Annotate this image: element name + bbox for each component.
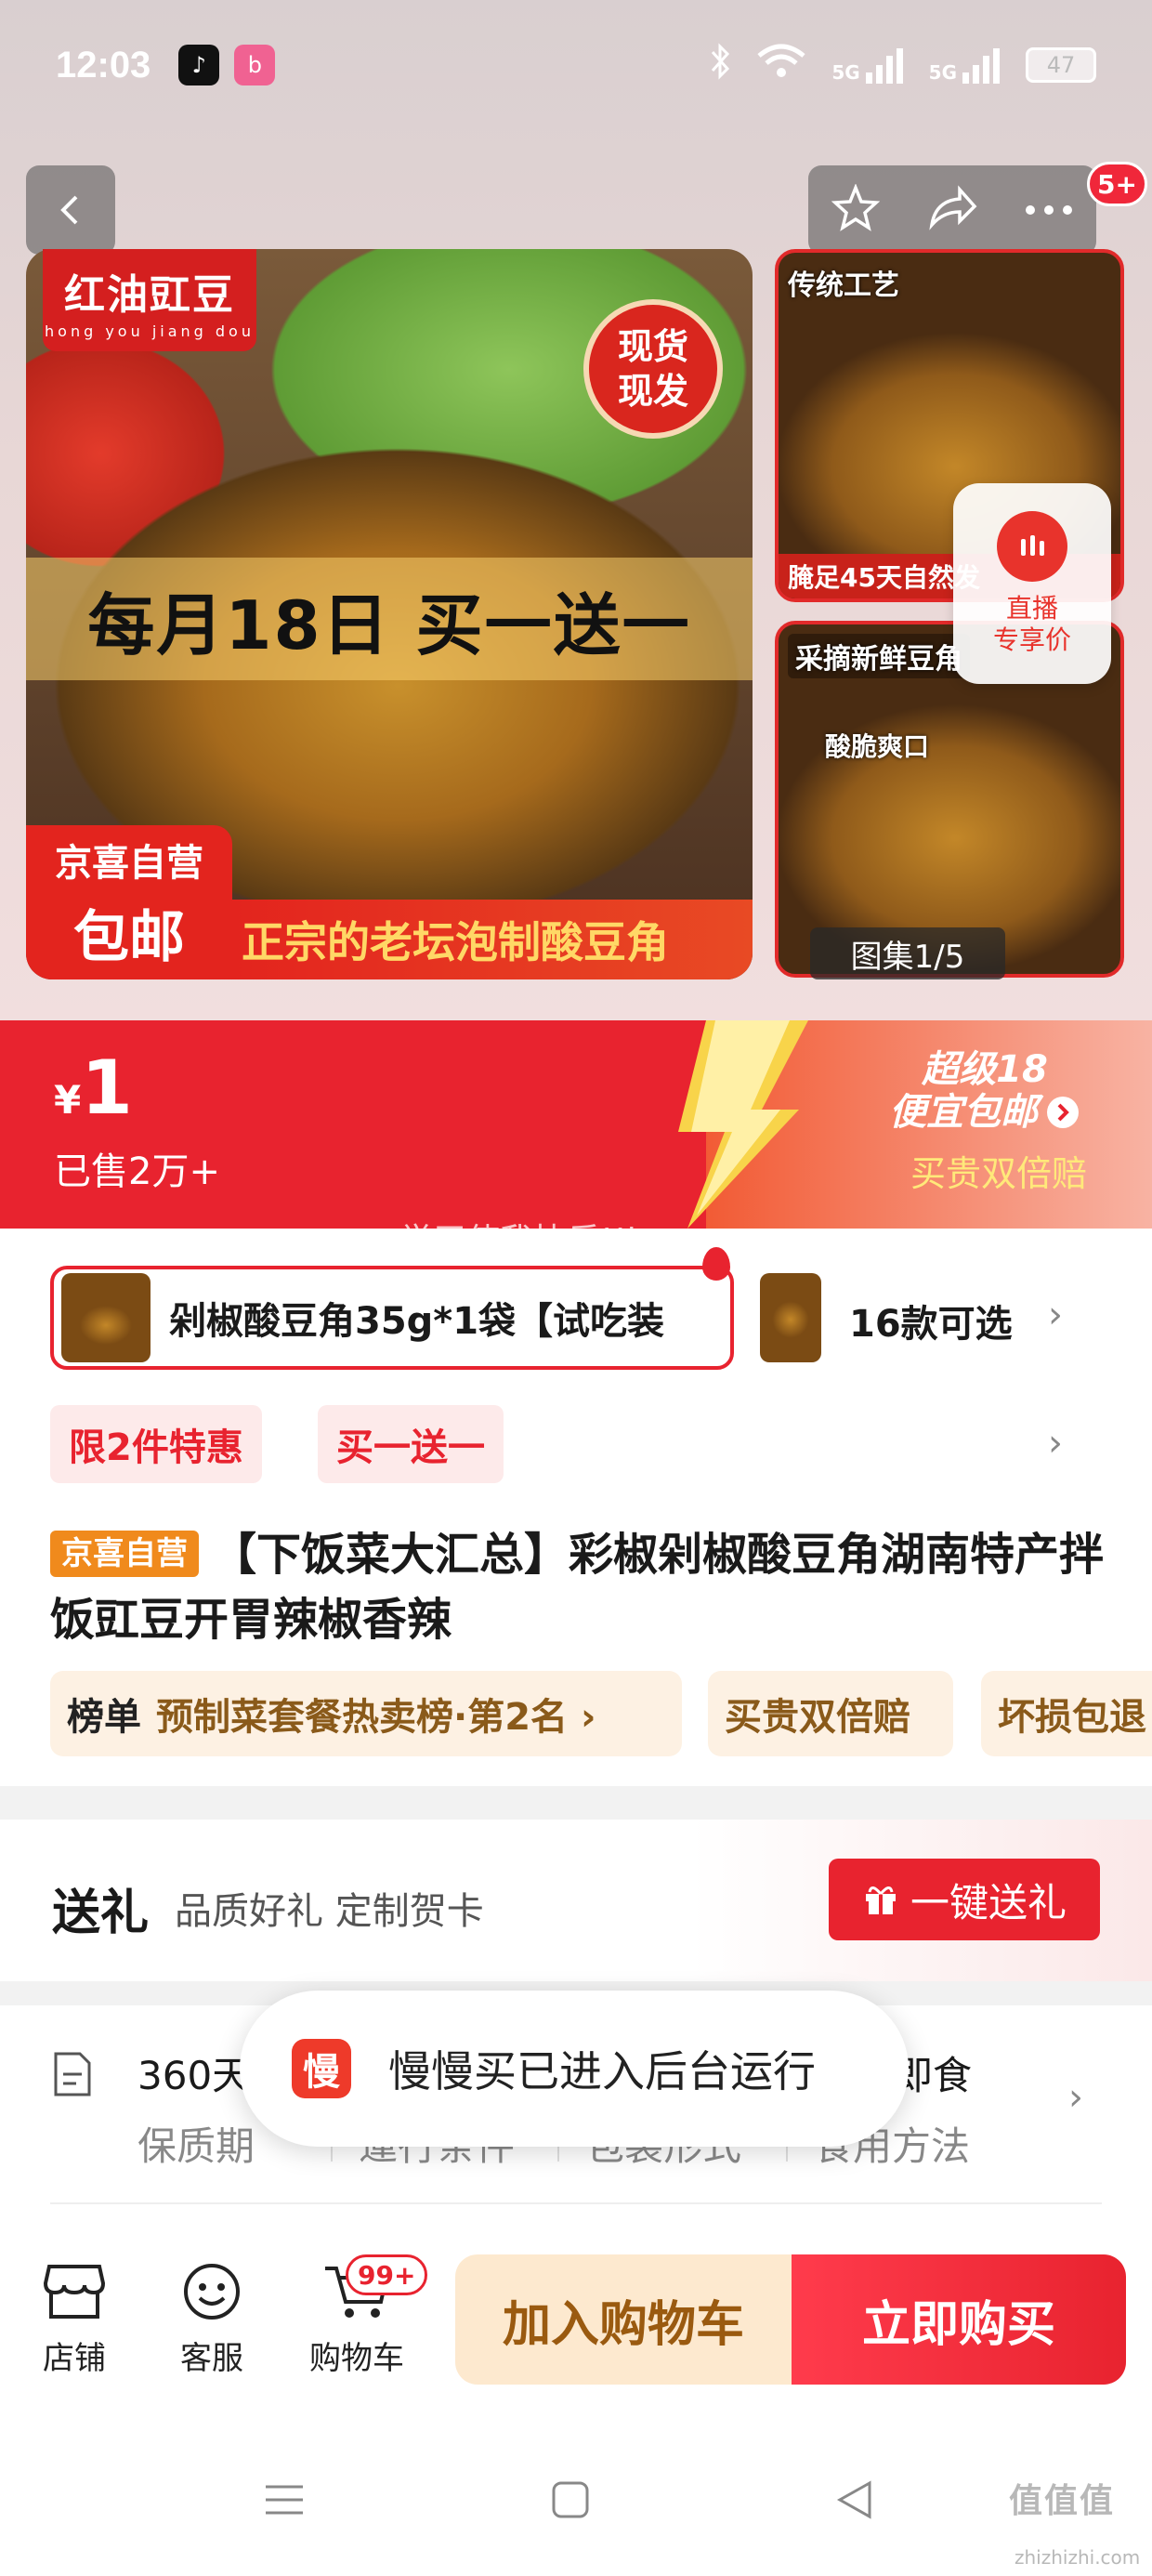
gift-icon: [865, 1886, 896, 1914]
tiktok-app-icon: ♪: [178, 45, 220, 85]
attribute-value: 360天: [137, 2053, 252, 2098]
variant-thumbnail: [61, 1273, 151, 1362]
status-bar: 12:03 ♪ b 5G 5G 47: [0, 0, 1152, 130]
live-stream-float[interactable]: 直播 专享价: [953, 483, 1111, 684]
signal-icon: 5G: [831, 46, 904, 84]
price: ¥ 1: [54, 1045, 133, 1131]
gallery-counter[interactable]: 图集1/5: [810, 927, 1005, 979]
bilibili-app-icon: b: [234, 45, 276, 85]
site-watermark: 值值值: [1009, 2482, 1116, 2520]
send-gift-button[interactable]: 一键送礼: [829, 1859, 1100, 1940]
store-tag: 京喜自营: [50, 1531, 199, 1577]
watermark-text: 学习使我快乐!!k: [399, 1222, 647, 1260]
thumbnail-sublabel: 酸脆爽口: [825, 731, 930, 762]
variant-thumbnail-2[interactable]: [760, 1273, 821, 1362]
live-bars-icon: [997, 511, 1067, 582]
promo-tag-limit[interactable]: 限2件特惠: [50, 1405, 262, 1483]
store-icon: [9, 2256, 139, 2327]
brand-tag-text: 红油豇豆: [64, 270, 235, 319]
status-time: 12:03: [56, 44, 151, 85]
document-icon: [54, 2052, 91, 2096]
ranking-chip[interactable]: 榜单 预制菜套餐热卖榜·第2名 ›: [50, 1671, 682, 1756]
site-watermark-url: zhizhizhi.com: [1015, 2546, 1141, 2569]
attribute-label: 保质期: [137, 2123, 255, 2169]
back-nav-icon[interactable]: [827, 2472, 883, 2528]
battery-indicator: 47: [1026, 47, 1096, 83]
wifi-icon: [755, 43, 807, 88]
menu-nav-icon[interactable]: [256, 2472, 312, 2528]
double-pay-guarantee: 买贵双倍赔: [910, 1153, 1087, 1194]
gift-subtitle: 品质好礼 定制贺卡: [175, 1890, 484, 1933]
variant-selected[interactable]: 剁椒酸豆角35g*1袋【试吃装: [50, 1266, 734, 1370]
self-operated-badge: 京喜自营 包邮: [26, 825, 232, 979]
manmanbuy-app-icon: 慢: [292, 2039, 351, 2098]
thumbnail-label: 传统工艺: [788, 269, 899, 302]
product-title: 京喜自营 【下饭菜大汇总】彩椒剁椒酸豆角湖南特产拌饭豇豆开胃辣椒香辣: [50, 1529, 1105, 1646]
more-icon[interactable]: [1025, 202, 1073, 219]
signal-icon-2: 5G: [929, 46, 1001, 84]
brand-tag: 红油豇豆 hong you jiang dou: [43, 249, 256, 351]
toast-text: 慢慢买已进入后台运行: [388, 2046, 816, 2096]
cart-count-badge: 99+: [346, 2254, 428, 2295]
back-arrow-icon: [60, 195, 78, 225]
sold-count: 已售2万+: [54, 1150, 220, 1193]
add-to-cart-button[interactable]: 加入购物车: [455, 2254, 792, 2385]
flame-icon: [702, 1247, 730, 1281]
promo-banner: 每月18日 买一送一: [26, 558, 753, 680]
live-sublabel: 专享价: [992, 624, 1071, 655]
chevron-right-icon[interactable]: ›: [1048, 1422, 1063, 1465]
home-nav-icon[interactable]: [543, 2472, 598, 2528]
buy-now-button[interactable]: 立即购买: [792, 2254, 1126, 2385]
favorite-star-icon[interactable]: [831, 183, 881, 236]
top-action-group: [808, 165, 1096, 255]
message-badge: 5+: [1087, 162, 1147, 206]
variant-name: 剁椒酸豆角35g*1袋【试吃装: [169, 1300, 665, 1343]
thumbnail-label: 采摘新鲜豆角: [788, 634, 970, 678]
store-button[interactable]: 店铺: [9, 2256, 139, 2378]
arrow-right-circle-icon: [1047, 1097, 1079, 1128]
divider: [50, 2202, 1102, 2204]
in-stock-stamp: 现货 现发: [583, 299, 723, 439]
bluetooth-icon: [709, 42, 731, 88]
promo-tag-bogo[interactable]: 买一送一: [318, 1405, 504, 1483]
chat-smile-icon: [147, 2256, 277, 2327]
customer-service-button[interactable]: 客服: [147, 2256, 277, 2378]
background-running-toast: 慢 慢慢买已进入后台运行: [240, 1991, 909, 2147]
share-icon[interactable]: [926, 184, 978, 236]
live-label: 直播: [1005, 593, 1058, 624]
gift-title: 送礼: [52, 1886, 150, 1941]
price-bar: ¥ 1 已售2万+ 超级18 便宜包邮 买贵双倍赔: [0, 1020, 1152, 1229]
damage-refund-chip[interactable]: 坏损包退: [981, 1671, 1152, 1756]
back-button[interactable]: [26, 165, 115, 255]
chevron-right-icon[interactable]: ›: [1048, 1294, 1063, 1336]
chevron-right-icon[interactable]: ›: [1068, 2076, 1083, 2119]
image-slogan: 正宗的老坛泡制酸豆角: [232, 900, 753, 979]
double-pay-chip[interactable]: 买贵双倍赔: [708, 1671, 953, 1756]
super18-badge[interactable]: 超级18 便宜包邮: [864, 1048, 1106, 1134]
lightning-icon: [678, 1020, 808, 1229]
variant-count[interactable]: 16款可选: [849, 1294, 1013, 1347]
brand-tag-pinyin: hong you jiang dou: [45, 322, 255, 340]
